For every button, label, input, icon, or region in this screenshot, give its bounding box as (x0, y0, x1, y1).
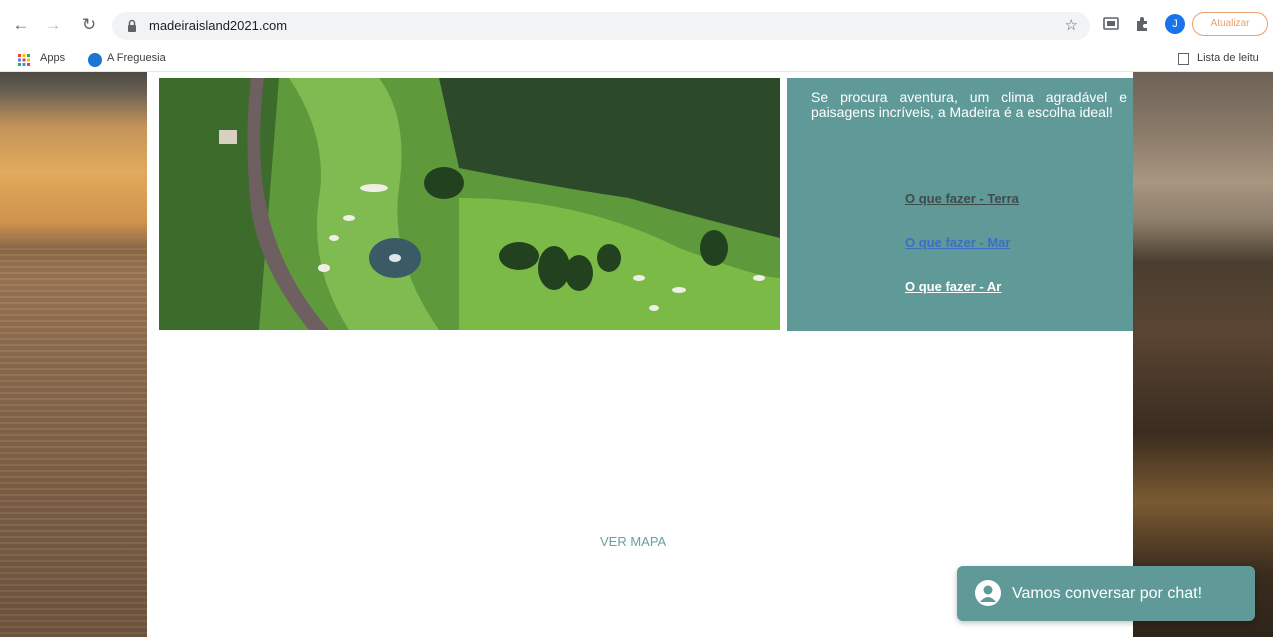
cast-icon[interactable] (1102, 15, 1120, 33)
background-cliffs (1133, 72, 1273, 637)
bookmark-apps[interactable]: Apps (40, 52, 65, 64)
url-text: madeiraisland2021.com (149, 18, 288, 33)
back-arrow-icon[interactable]: ← (10, 14, 32, 36)
reload-icon[interactable]: ↻ (78, 14, 100, 36)
puzzle-icon[interactable] (1133, 15, 1151, 33)
info-panel: Se procura aventura, um clima agradável … (787, 78, 1133, 331)
freguesia-favicon-icon (88, 53, 102, 67)
background-sunset-sea (0, 72, 147, 637)
update-button[interactable]: Atualizar (1192, 12, 1268, 36)
star-icon[interactable]: ☆ (1065, 16, 1078, 34)
apps-grid-icon[interactable] (18, 54, 30, 66)
reading-list-label[interactable]: Lista de leitu (1197, 52, 1259, 64)
user-icon (975, 580, 1001, 606)
lock-icon[interactable] (124, 18, 140, 34)
golf-course-image (159, 78, 780, 330)
chat-button[interactable]: Vamos conversar por chat! (957, 566, 1255, 621)
browser-toolbar: ← → ↻ madeiraisland2021.com ☆ J Atualiza… (0, 0, 1273, 48)
address-bar[interactable]: madeiraisland2021.com ☆ (112, 12, 1090, 40)
forward-arrow-icon[interactable]: → (42, 14, 64, 36)
ver-mapa-link[interactable]: VER MAPA (600, 534, 666, 549)
intro-text: Se procura aventura, um clima agradável … (811, 89, 1127, 120)
bookmark-freguesia[interactable]: A Freguesia (107, 52, 166, 64)
profile-avatar[interactable]: J (1165, 14, 1185, 34)
bookmarks-bar: Apps A Freguesia Lista de leitu (0, 48, 1273, 72)
web-page: Se procura aventura, um clima agradável … (0, 72, 1273, 637)
reading-list-icon[interactable] (1178, 53, 1189, 65)
link-o-que-fazer-ar[interactable]: O que fazer - Ar (905, 279, 1001, 294)
link-o-que-fazer-mar[interactable]: O que fazer - Mar (905, 235, 1010, 250)
chat-label: Vamos conversar por chat! (1012, 585, 1203, 602)
link-o-que-fazer-terra[interactable]: O que fazer - Terra (905, 191, 1019, 206)
